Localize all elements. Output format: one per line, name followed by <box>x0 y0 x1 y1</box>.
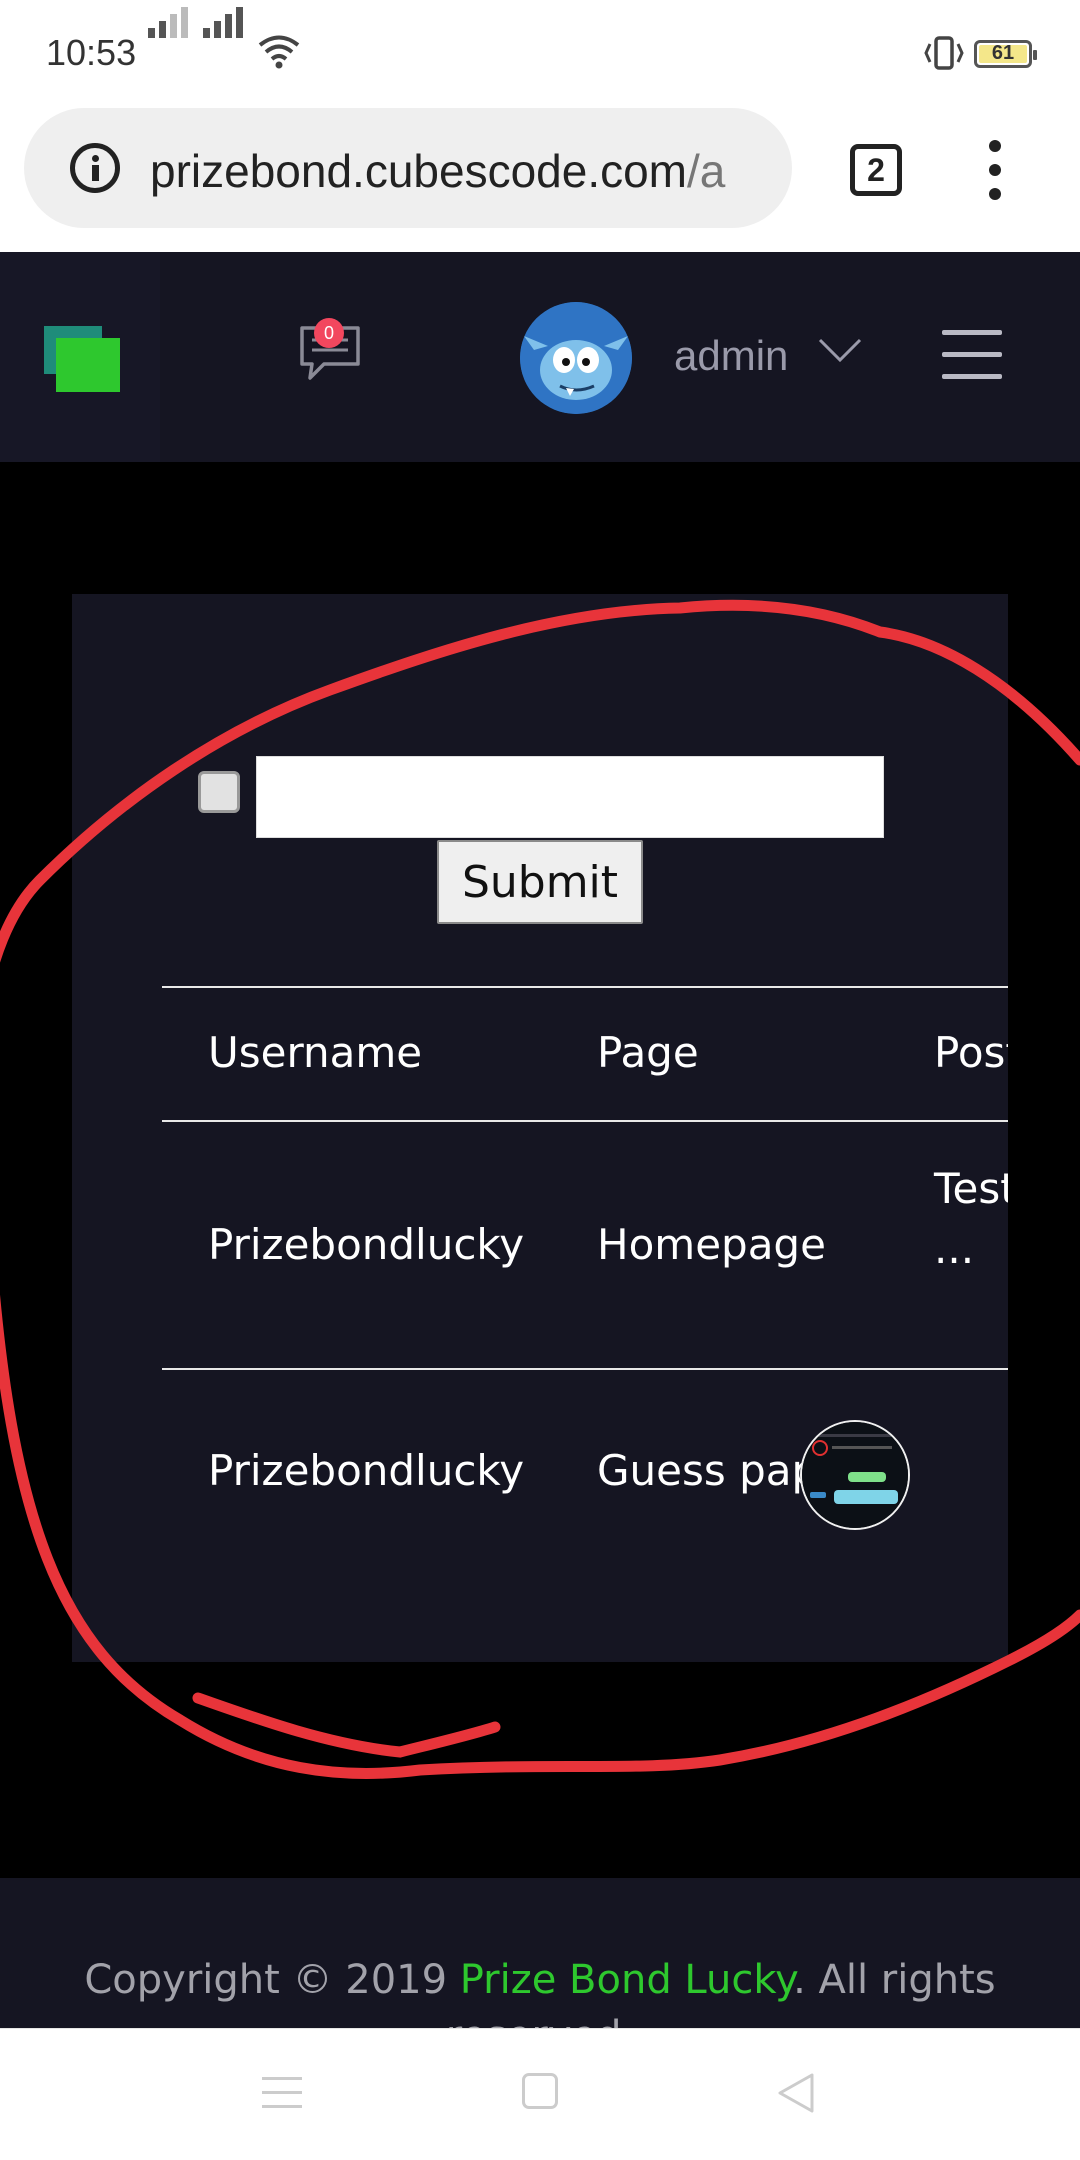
cell-username: Prizebondlucky <box>208 1446 525 1495</box>
cell-posting: Test <box>934 1164 1008 1213</box>
avatar[interactable] <box>520 302 632 414</box>
table-divider <box>162 1368 1008 1370</box>
text-input[interactable] <box>256 756 884 838</box>
wifi-icon <box>258 35 300 69</box>
notification-badge: 0 <box>314 318 344 348</box>
cell-posting-ellipsis: ... <box>934 1224 975 1273</box>
select-checkbox[interactable] <box>198 771 240 813</box>
url-bar[interactable]: prizebond.cubescode.com/a <box>24 108 792 228</box>
table-divider <box>162 986 1008 988</box>
recent-apps-icon[interactable] <box>262 2077 302 2109</box>
browser-menu-icon[interactable] <box>985 140 1005 200</box>
url-host: prizebond.cubescode.com <box>150 145 687 197</box>
system-nav-bar <box>0 2028 1080 2160</box>
table-divider <box>162 1120 1008 1122</box>
footer: Copyright © 2019 Prize Bond Lucky. All r… <box>0 1878 1080 2028</box>
app-header: 0 admin <box>0 252 1080 462</box>
info-icon[interactable] <box>70 143 120 193</box>
tab-switcher-button[interactable]: 2 <box>850 144 902 196</box>
column-header-page: Page <box>597 1028 699 1077</box>
status-time: 10:53 <box>46 32 137 73</box>
column-header-posting: Posting <box>934 1028 1008 1077</box>
back-icon[interactable] <box>776 2071 816 2115</box>
posting-thumbnail-image[interactable] <box>800 1420 910 1530</box>
hamburger-menu-icon[interactable] <box>942 330 1002 380</box>
username-label[interactable]: admin <box>674 332 788 380</box>
url-text[interactable]: prizebond.cubescode.com/a <box>150 144 725 198</box>
cell-page: Homepage <box>597 1220 826 1269</box>
url-path: /a <box>687 145 726 197</box>
browser-toolbar: prizebond.cubescode.com/a 2 <box>0 100 1080 252</box>
vibrate-icon <box>924 36 964 70</box>
status-bar: 10:53 61 <box>0 0 1080 100</box>
brand-link[interactable]: Prize Bond Lucky <box>460 1957 793 2003</box>
battery-level: 61 <box>991 42 1015 64</box>
submit-button[interactable]: Submit <box>437 840 643 924</box>
cell-username: Prizebondlucky <box>208 1220 525 1269</box>
home-icon[interactable] <box>522 2073 558 2109</box>
chevron-down-icon[interactable] <box>818 338 862 364</box>
copyright-prefix: Copyright © 2019 <box>84 1957 460 2003</box>
column-header-username: Username <box>208 1028 423 1077</box>
logo[interactable] <box>0 252 160 462</box>
battery-icon: 61 <box>974 40 1037 68</box>
copyright-text: Copyright © 2019 Prize Bond Lucky. All r… <box>0 1952 1080 2028</box>
